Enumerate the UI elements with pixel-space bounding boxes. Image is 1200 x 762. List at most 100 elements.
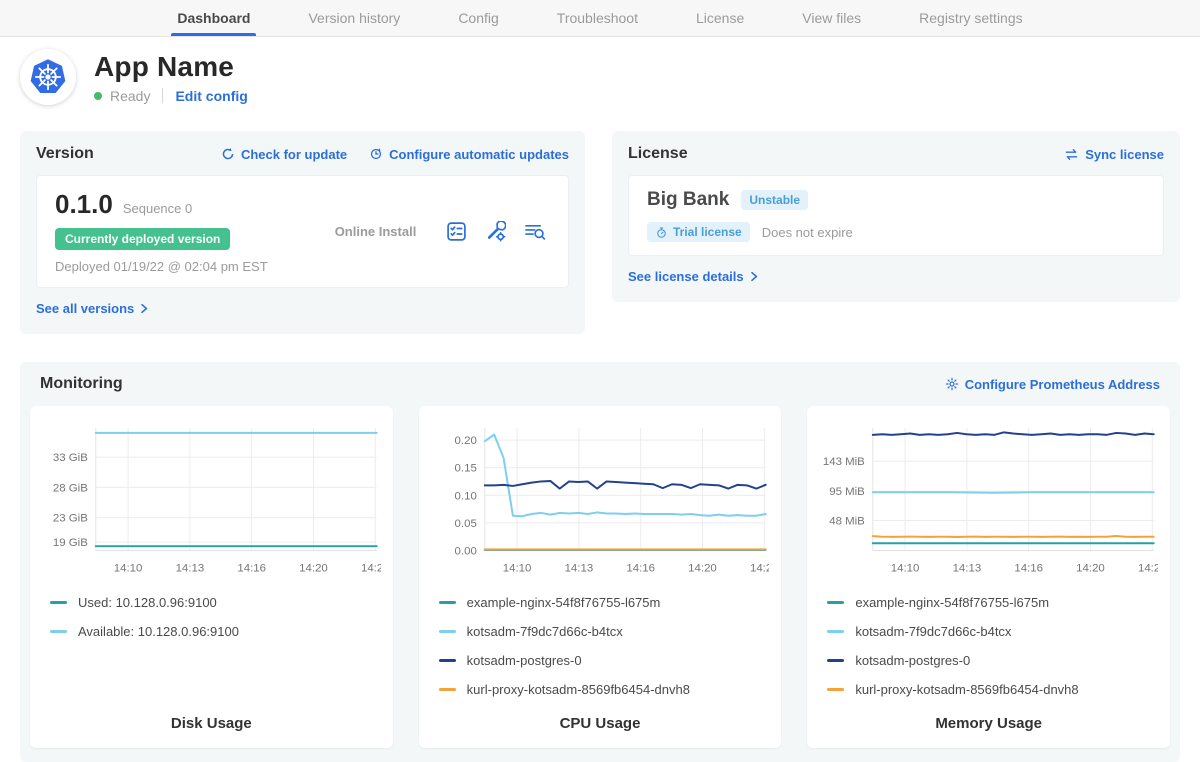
current-version-box: 0.1.0 Sequence 0 Currently deployed vers… bbox=[36, 175, 569, 288]
legend-label: Available: 10.128.0.96:9100 bbox=[78, 624, 239, 639]
svg-text:0.15: 0.15 bbox=[454, 463, 476, 475]
legend-label: kotsadm-postgres-0 bbox=[855, 653, 970, 668]
version-card: Version Check for update Configure au bbox=[20, 131, 585, 334]
legend-label: kotsadm-7f9dc7d66c-b4tcx bbox=[467, 624, 623, 639]
tab-config[interactable]: Config bbox=[456, 0, 500, 36]
status-dot bbox=[94, 92, 102, 100]
license-expiry-text: Does not expire bbox=[762, 225, 853, 240]
chart-legend: Used: 10.128.0.96:9100 Available: 10.128.… bbox=[42, 587, 381, 653]
svg-text:0.20: 0.20 bbox=[454, 435, 476, 447]
sequence-label: Sequence 0 bbox=[123, 201, 192, 216]
legend-label: example-nginx-54f8f76755-l675m bbox=[855, 595, 1049, 610]
svg-text:14:10: 14:10 bbox=[114, 562, 143, 574]
channel-badge: Unstable bbox=[741, 190, 808, 210]
svg-text:14:16: 14:16 bbox=[237, 562, 266, 574]
license-box: Big Bank Unstable Trial license Does not… bbox=[628, 175, 1164, 256]
svg-text:14:13: 14:13 bbox=[953, 562, 982, 574]
tab-registry-settings[interactable]: Registry settings bbox=[917, 0, 1024, 36]
svg-text:14:20: 14:20 bbox=[688, 562, 717, 574]
disk-usage-chart: 14:1014:1314:1614:2014:2319 GiB23 GiB28 … bbox=[30, 406, 393, 748]
legend-color-dash bbox=[827, 630, 844, 633]
config-wrench-icon[interactable] bbox=[485, 221, 506, 242]
tab-dashboard[interactable]: Dashboard bbox=[175, 0, 252, 36]
deploy-logs-icon[interactable] bbox=[524, 221, 546, 242]
monitoring-section: Monitoring Configure Prometheus Address bbox=[20, 362, 1180, 762]
chart-title: Memory Usage bbox=[819, 715, 1158, 734]
version-number: 0.1.0 bbox=[55, 189, 113, 220]
kubernetes-logo-icon bbox=[20, 49, 76, 105]
svg-text:0.00: 0.00 bbox=[454, 545, 476, 557]
edit-config-link[interactable]: Edit config bbox=[175, 88, 247, 104]
license-card-title: License bbox=[628, 145, 688, 163]
legend-item: kotsadm-postgres-0 bbox=[827, 653, 1150, 668]
legend-item: example-nginx-54f8f76755-l675m bbox=[439, 595, 762, 610]
customer-name: Big Bank bbox=[647, 189, 729, 211]
sync-icon bbox=[1064, 148, 1079, 161]
legend-label: example-nginx-54f8f76755-l675m bbox=[467, 595, 661, 610]
configure-prometheus-link[interactable]: Configure Prometheus Address bbox=[945, 377, 1160, 392]
svg-text:28 GiB: 28 GiB bbox=[53, 482, 88, 494]
tab-license[interactable]: License bbox=[694, 0, 746, 36]
svg-text:14:23: 14:23 bbox=[1138, 562, 1158, 574]
memory-usage-chart: 14:1014:1314:1614:2014:2348 MiB95 MiB143… bbox=[807, 406, 1170, 748]
status-text: Ready bbox=[110, 88, 150, 104]
legend-color-dash bbox=[439, 630, 456, 633]
svg-text:14:10: 14:10 bbox=[502, 562, 531, 574]
tab-troubleshoot[interactable]: Troubleshoot bbox=[555, 0, 640, 36]
legend-color-dash bbox=[50, 630, 67, 633]
legend-item: kotsadm-7f9dc7d66c-b4tcx bbox=[439, 624, 762, 639]
legend-label: kotsadm-postgres-0 bbox=[467, 653, 582, 668]
version-card-title: Version bbox=[36, 145, 94, 163]
legend-label: Used: 10.128.0.96:9100 bbox=[78, 595, 217, 610]
chart-legend: example-nginx-54f8f76755-l675mkotsadm-7f… bbox=[819, 587, 1158, 711]
cpu-usage-chart: 14:10 14:13 14:16 14:20 14:23 0.00 0.05 0.10 0.1… bbox=[419, 406, 782, 748]
legend-label: kurl-proxy-kotsadm-8569fb6454-dnvh8 bbox=[855, 682, 1078, 697]
configure-automatic-updates-link[interactable]: Configure automatic updates bbox=[369, 147, 569, 162]
legend-color-dash bbox=[827, 601, 844, 604]
see-all-versions-link[interactable]: See all versions bbox=[36, 301, 149, 316]
preflight-checks-icon[interactable] bbox=[446, 221, 467, 242]
legend-color-dash bbox=[827, 688, 844, 691]
svg-text:23 GiB: 23 GiB bbox=[53, 513, 88, 525]
deployed-timestamp: Deployed 01/19/22 @ 02:04 pm EST bbox=[55, 259, 305, 274]
svg-text:14:20: 14:20 bbox=[1077, 562, 1106, 574]
svg-text:0.10: 0.10 bbox=[454, 490, 476, 502]
app-header: App Name Ready Edit config bbox=[0, 37, 1200, 105]
install-type-label: Online Install bbox=[305, 224, 446, 239]
svg-text:19 GiB: 19 GiB bbox=[53, 537, 88, 549]
svg-text:14:13: 14:13 bbox=[176, 562, 205, 574]
stopwatch-icon bbox=[655, 226, 668, 239]
svg-text:14:16: 14:16 bbox=[1015, 562, 1044, 574]
legend-color-dash bbox=[827, 659, 844, 662]
cards-row: Version Check for update Configure au bbox=[20, 131, 1180, 334]
legend-item: Available: 10.128.0.96:9100 bbox=[50, 624, 373, 639]
see-license-details-link[interactable]: See license details bbox=[628, 269, 759, 284]
legend-item: kurl-proxy-kotsadm-8569fb6454-dnvh8 bbox=[827, 682, 1150, 697]
legend-item: kotsadm-postgres-0 bbox=[439, 653, 762, 668]
legend-color-dash bbox=[439, 601, 456, 604]
chevron-right-icon bbox=[139, 303, 149, 314]
svg-text:143 MiB: 143 MiB bbox=[823, 456, 865, 468]
trial-license-badge: Trial license bbox=[647, 222, 750, 242]
svg-text:14:13: 14:13 bbox=[564, 562, 593, 574]
chevron-right-icon bbox=[749, 271, 759, 282]
svg-text:14:20: 14:20 bbox=[299, 562, 328, 574]
svg-text:14:16: 14:16 bbox=[626, 562, 655, 574]
chart-title: CPU Usage bbox=[431, 715, 770, 734]
chart-plot-area: 14:10 14:13 14:16 14:20 14:23 0.00 0.05 0.10 0.1… bbox=[431, 418, 770, 587]
svg-text:33 GiB: 33 GiB bbox=[53, 452, 88, 464]
sync-license-link[interactable]: Sync license bbox=[1064, 147, 1164, 162]
chart-plot-area: 14:1014:1314:1614:2014:2348 MiB95 MiB143… bbox=[819, 418, 1158, 587]
legend-color-dash bbox=[50, 601, 67, 604]
svg-text:14:23: 14:23 bbox=[750, 562, 770, 574]
check-for-update-link[interactable]: Check for update bbox=[221, 147, 347, 162]
tab-view-files[interactable]: View files bbox=[800, 0, 863, 36]
chart-plot-area: 14:1014:1314:1614:2014:2319 GiB23 GiB28 … bbox=[42, 418, 381, 587]
deployed-badge: Currently deployed version bbox=[55, 228, 230, 250]
legend-color-dash bbox=[439, 659, 456, 662]
clock-refresh-icon bbox=[369, 147, 383, 161]
gear-icon bbox=[945, 377, 959, 391]
tab-version-history[interactable]: Version history bbox=[306, 0, 402, 36]
svg-text:0.05: 0.05 bbox=[454, 518, 476, 530]
top-nav: Dashboard Version history Config Trouble… bbox=[0, 0, 1200, 37]
